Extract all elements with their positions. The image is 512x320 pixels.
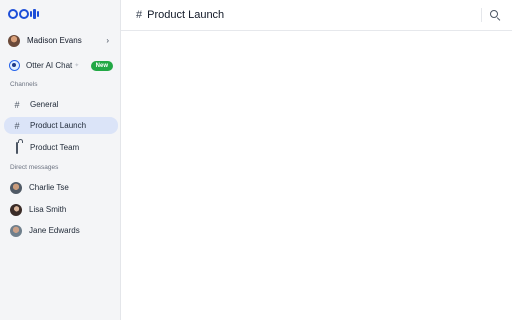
avatar	[10, 181, 22, 194]
app: Madison Evans › Otter AI Chat ✦ New Chan…	[0, 0, 512, 320]
hash-icon: #	[136, 9, 143, 21]
hash-icon: #	[14, 99, 20, 110]
channel-product-launch[interactable]: # Product Launch	[4, 117, 118, 134]
logo-ring	[19, 9, 29, 19]
logo-bar	[36, 11, 40, 17]
new-badge: New	[90, 60, 113, 71]
dm-label: Lisa Smith	[29, 205, 67, 214]
channel-label: Product Team	[30, 143, 80, 152]
dm-label: Charlie Tse	[29, 183, 69, 192]
chevron-right-icon: ›	[106, 36, 109, 45]
main-panel: # Product Launch	[121, 0, 512, 320]
lock-icon	[11, 141, 23, 154]
page-title: Product Launch	[147, 9, 225, 21]
sparkle-icon: ✦	[74, 63, 80, 69]
channel-general[interactable]: # General	[4, 96, 118, 113]
divider	[481, 8, 482, 22]
channels-heading: Channels	[10, 81, 38, 88]
dm-lisa-smith[interactable]: Lisa Smith	[4, 201, 118, 218]
search-icon[interactable]	[490, 10, 501, 21]
user-avatar	[8, 34, 20, 47]
dm-label: Jane Edwards	[29, 226, 80, 235]
hash-icon: #	[14, 120, 20, 131]
otter-ai-chat[interactable]: Otter AI Chat ✦ New	[5, 57, 117, 74]
avatar	[10, 224, 22, 237]
otter-logo[interactable]	[8, 9, 40, 19]
logo-bar	[33, 9, 36, 19]
sidebar: Madison Evans › Otter AI Chat ✦ New Chan…	[0, 0, 121, 320]
logo-bar	[30, 11, 33, 17]
otter-ai-chat-label: Otter AI Chat	[26, 61, 73, 70]
direct-messages-heading: Direct messages	[10, 164, 59, 171]
dm-jane-edwards[interactable]: Jane Edwards	[4, 222, 118, 239]
channel-label: General	[30, 100, 59, 109]
channel-label: Product Launch	[30, 121, 87, 130]
dm-charlie-tse[interactable]: Charlie Tse	[4, 179, 118, 196]
otter-icon	[9, 60, 20, 71]
channel-product-team[interactable]: Product Team	[4, 139, 118, 156]
logo-ring	[8, 9, 18, 19]
user-menu[interactable]: Madison Evans ›	[5, 31, 117, 50]
avatar	[10, 203, 22, 216]
user-name: Madison Evans	[27, 36, 82, 45]
channel-header: # Product Launch	[121, 0, 512, 31]
